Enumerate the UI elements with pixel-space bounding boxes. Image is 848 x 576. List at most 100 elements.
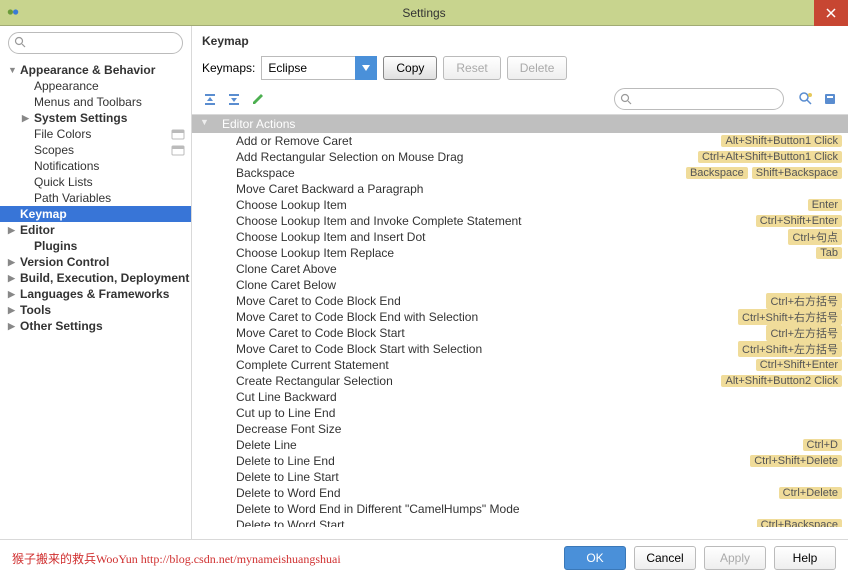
close-button[interactable] (814, 0, 848, 26)
shortcut-badge: Tab (816, 247, 842, 259)
settings-tree[interactable]: ▼Appearance & BehaviorAppearanceMenus an… (0, 60, 191, 539)
shortcut-badge: Ctrl+Backspace (757, 519, 842, 527)
ok-button[interactable]: OK (564, 546, 626, 570)
keymap-select[interactable] (261, 56, 377, 80)
action-row[interactable]: Delete to Word StartCtrl+Backspace (192, 517, 848, 527)
sidebar-item-tools[interactable]: ▶Tools (0, 302, 191, 318)
shortcut-badge: Backspace (686, 167, 748, 179)
action-row[interactable]: Choose Lookup Item and Insert DotCtrl+句点 (192, 229, 848, 245)
shortcut-badge: Ctrl+Shift+Enter (756, 359, 842, 371)
action-name: Complete Current Statement (236, 358, 756, 372)
sidebar-item-file-colors[interactable]: File Colors (0, 126, 191, 142)
action-row[interactable]: Add Rectangular Selection on Mouse DragC… (192, 149, 848, 165)
action-row[interactable]: Move Caret to Code Block Start with Sele… (192, 341, 848, 357)
sidebar-item-languages-frameworks[interactable]: ▶Languages & Frameworks (0, 286, 191, 302)
action-row[interactable]: Cut up to Line End (192, 405, 848, 421)
action-name: Choose Lookup Item and Insert Dot (236, 230, 788, 244)
sidebar-item-notifications[interactable]: Notifications (0, 158, 191, 174)
window-title: Settings (0, 6, 848, 20)
watermark-text: 猴子搬来的救兵WooYun http://blog.csdn.net/mynam… (12, 550, 341, 567)
action-row[interactable]: Delete to Word End in Different "CamelHu… (192, 501, 848, 517)
action-name: Move Caret to Code Block Start with Sele… (236, 342, 738, 356)
tree-label: Plugins (32, 239, 77, 253)
tree-label: Languages & Frameworks (18, 287, 169, 301)
sidebar-item-plugins[interactable]: Plugins (0, 238, 191, 254)
sidebar-item-build-execution-deployment[interactable]: ▶Build, Execution, Deployment (0, 270, 191, 286)
action-row[interactable]: BackspaceBackspaceShift+Backspace (192, 165, 848, 181)
shortcut-badge: Ctrl+Shift+Delete (750, 455, 842, 467)
action-row[interactable]: Create Rectangular SelectionAlt+Shift+Bu… (192, 373, 848, 389)
action-row[interactable]: Delete to Line EndCtrl+Shift+Delete (192, 453, 848, 469)
help-button[interactable]: Help (774, 546, 836, 570)
action-row[interactable]: Move Caret to Code Block StartCtrl+左方括号 (192, 325, 848, 341)
sidebar-item-menus-and-toolbars[interactable]: Menus and Toolbars (0, 94, 191, 110)
edit-shortcut-button[interactable] (250, 91, 266, 107)
keymap-select-input[interactable] (261, 56, 355, 80)
action-row[interactable]: Complete Current StatementCtrl+Shift+Ent… (192, 357, 848, 373)
titlebar: Settings (0, 0, 848, 26)
action-name: Choose Lookup Item Replace (236, 246, 816, 260)
tree-label: Keymap (18, 207, 67, 221)
tree-label: Other Settings (18, 319, 103, 333)
tree-label: Tools (18, 303, 51, 317)
tree-label: Build, Execution, Deployment (18, 271, 189, 285)
action-search-input[interactable] (614, 88, 784, 110)
sidebar-item-appearance-behavior[interactable]: ▼Appearance & Behavior (0, 62, 191, 78)
action-name: Delete to Word End in Different "CamelHu… (236, 502, 842, 516)
action-row[interactable]: Add or Remove CaretAlt+Shift+Button1 Cli… (192, 133, 848, 149)
tree-arrow-icon: ▶ (8, 257, 18, 268)
action-row[interactable]: Choose Lookup Item ReplaceTab (192, 245, 848, 261)
action-row[interactable]: Delete to Line Start (192, 469, 848, 485)
sidebar-item-quick-lists[interactable]: Quick Lists (0, 174, 191, 190)
action-name: Clone Caret Above (236, 262, 842, 276)
tree-label: File Colors (32, 127, 91, 141)
reset-button[interactable]: Reset (443, 56, 500, 80)
sidebar: ▼Appearance & BehaviorAppearanceMenus an… (0, 26, 192, 539)
action-row[interactable]: Clone Caret Above (192, 261, 848, 277)
sidebar-item-scopes[interactable]: Scopes (0, 142, 191, 158)
action-name: Create Rectangular Selection (236, 374, 721, 388)
shortcut-badge: Ctrl+右方括号 (766, 293, 842, 309)
shortcut-badge: Enter (808, 199, 842, 211)
action-name: Choose Lookup Item (236, 198, 808, 212)
action-name: Move Caret to Code Block End (236, 294, 766, 308)
delete-button[interactable]: Delete (507, 56, 568, 80)
sidebar-item-version-control[interactable]: ▶Version Control (0, 254, 191, 270)
action-name: Delete Line (236, 438, 803, 452)
chevron-down-icon: ▼ (200, 117, 209, 127)
action-row[interactable]: Cut Line Backward (192, 389, 848, 405)
sidebar-item-editor[interactable]: ▶Editor (0, 222, 191, 238)
find-by-shortcut-button[interactable] (798, 91, 814, 107)
sidebar-item-appearance[interactable]: Appearance (0, 78, 191, 94)
expand-all-button[interactable] (202, 91, 218, 107)
action-row[interactable]: Choose Lookup Item and Invoke Complete S… (192, 213, 848, 229)
collapse-all-button[interactable] (226, 91, 242, 107)
action-name: Delete to Line Start (236, 470, 842, 484)
action-row[interactable]: Decrease Font Size (192, 421, 848, 437)
copy-button[interactable]: Copy (383, 56, 437, 80)
tree-arrow-icon: ▶ (8, 321, 18, 332)
action-row[interactable]: Clone Caret Below (192, 277, 848, 293)
search-icon (14, 36, 26, 48)
sidebar-search-input[interactable] (8, 32, 183, 54)
sidebar-item-system-settings[interactable]: ▶System Settings (0, 110, 191, 126)
shortcut-badge: Ctrl+Alt+Shift+Button1 Click (698, 151, 842, 163)
dropdown-button[interactable] (355, 56, 377, 80)
tree-label: Version Control (18, 255, 109, 269)
apply-button[interactable]: Apply (704, 546, 766, 570)
action-row[interactable]: Move Caret to Code Block EndCtrl+右方括号 (192, 293, 848, 309)
action-list[interactable]: Add or Remove CaretAlt+Shift+Button1 Cli… (192, 133, 848, 527)
sidebar-item-keymap[interactable]: Keymap (0, 206, 191, 222)
sidebar-item-other-settings[interactable]: ▶Other Settings (0, 318, 191, 334)
action-row[interactable]: Delete to Word EndCtrl+Delete (192, 485, 848, 501)
action-group-header[interactable]: ▼ Editor Actions (192, 115, 848, 133)
action-row[interactable]: Choose Lookup ItemEnter (192, 197, 848, 213)
action-name: Delete to Word End (236, 486, 779, 500)
shortcut-badge: Alt+Shift+Button1 Click (721, 135, 842, 147)
action-row[interactable]: Move Caret to Code Block End with Select… (192, 309, 848, 325)
filter-button[interactable] (822, 91, 838, 107)
sidebar-item-path-variables[interactable]: Path Variables (0, 190, 191, 206)
cancel-button[interactable]: Cancel (634, 546, 696, 570)
action-row[interactable]: Move Caret Backward a Paragraph (192, 181, 848, 197)
action-row[interactable]: Delete LineCtrl+D (192, 437, 848, 453)
